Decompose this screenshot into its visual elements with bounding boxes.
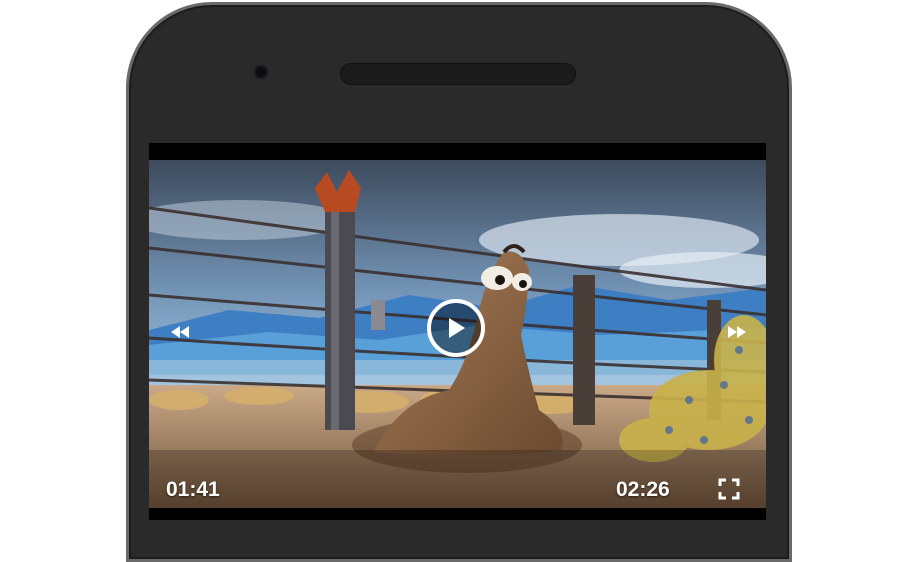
letterbox-bottom: [149, 508, 766, 520]
play-button[interactable]: [427, 299, 485, 357]
earpiece-speaker: [340, 63, 576, 85]
fast-forward-icon: [728, 326, 746, 338]
total-duration: 02:26: [616, 478, 670, 501]
fullscreen-button[interactable]: [718, 478, 740, 500]
rewind-icon: [171, 326, 189, 338]
front-camera: [254, 65, 268, 79]
phone-screen: 01:41 02:26: [149, 143, 766, 520]
rewind-button[interactable]: [169, 324, 191, 340]
video-player[interactable]: 01:41 02:26: [149, 160, 766, 508]
fast-forward-button[interactable]: [726, 324, 748, 340]
fullscreen-icon: [718, 478, 740, 500]
current-time: 01:41: [166, 478, 220, 501]
play-icon: [449, 318, 465, 338]
